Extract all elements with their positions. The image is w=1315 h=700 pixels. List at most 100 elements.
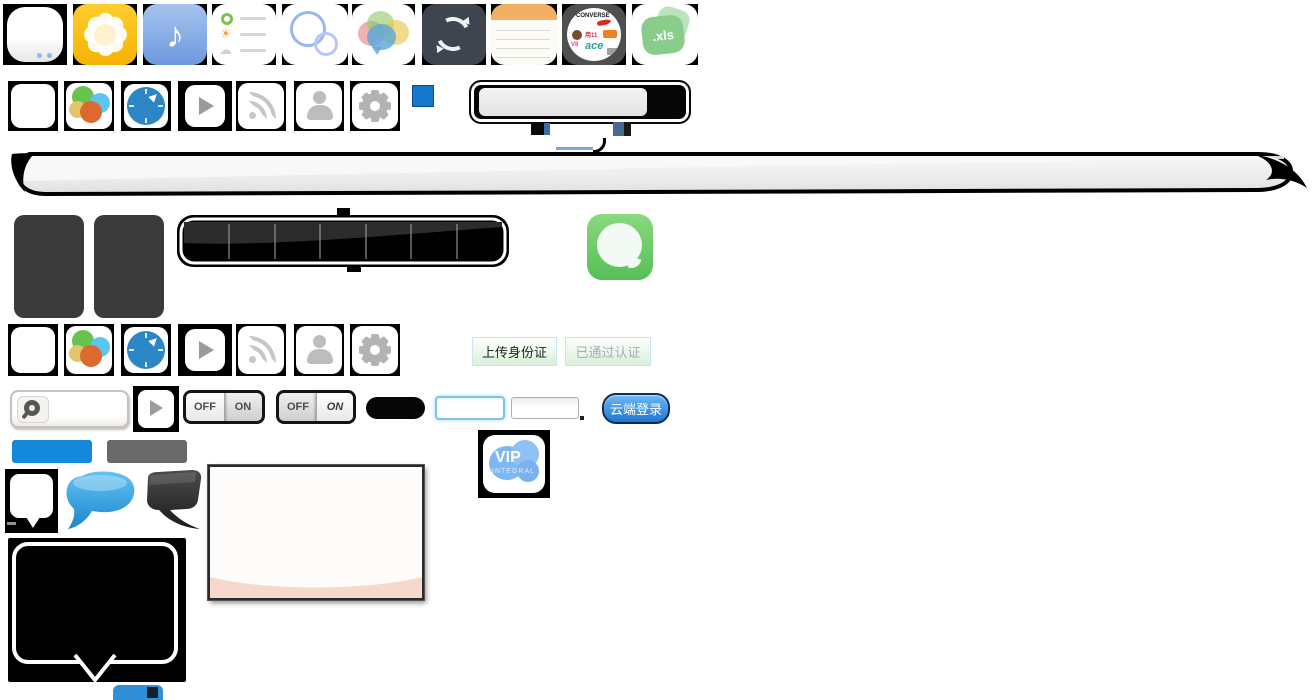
dark-card	[94, 215, 164, 318]
rss-icon	[238, 326, 284, 374]
rss-tile-sm[interactable]	[236, 324, 286, 376]
toggle-b-off-label: OFF	[279, 393, 317, 421]
tooltip-border	[12, 542, 178, 664]
user-icon	[296, 326, 342, 374]
white-bubble-tile	[5, 469, 58, 533]
cloud-login-button[interactable]: 云端登录	[602, 393, 670, 424]
play-icon	[185, 85, 225, 127]
notepad-app-tile[interactable]	[491, 4, 557, 65]
green-circle-icon	[221, 13, 233, 25]
sprite-fragment	[613, 122, 624, 136]
music-note-glyph: ♪	[166, 17, 184, 53]
verified-button[interactable]: 已通过认证	[565, 337, 651, 366]
play-icon	[185, 329, 225, 371]
glossy-banner	[0, 146, 1315, 206]
sync-app-tile[interactable]	[422, 4, 486, 65]
notepad-header	[491, 4, 557, 20]
gear-tile-sm[interactable]	[350, 324, 400, 376]
toggle-off-on-a[interactable]: OFF ON	[183, 390, 265, 424]
search-field[interactable]	[10, 390, 129, 428]
flower-center	[94, 24, 116, 46]
xls-badge: .xls	[640, 14, 686, 56]
blank-app-tile-sm[interactable]	[8, 81, 58, 131]
vip-title: VIP	[495, 449, 521, 467]
speech-bubble-white	[10, 474, 53, 518]
xls-export-icon: .xls	[632, 4, 698, 65]
search-bar-dark[interactable]	[469, 80, 691, 124]
xls-export-tile[interactable]: .xls	[632, 4, 698, 65]
checklist-app-tile[interactable]: ☀ ☁	[212, 4, 276, 65]
brand-circle: CONVERSE 用11 V8 ace	[567, 8, 621, 61]
user-tile-sm[interactable]	[294, 81, 344, 131]
toggle-off-on-b[interactable]: OFF ON	[276, 390, 356, 424]
clipped-blue-button[interactable]	[113, 685, 163, 700]
tooltip-tail	[63, 654, 127, 682]
flower-app-tile[interactable]	[73, 4, 137, 65]
play-tile-sm[interactable]	[178, 81, 232, 131]
clock-tile-sm[interactable]	[121, 81, 171, 131]
nike-swoosh	[597, 19, 612, 27]
dot-icon	[37, 53, 42, 58]
blue-bar-button[interactable]	[12, 440, 92, 463]
black-tooltip-bubble	[8, 538, 186, 682]
play-tile-sm[interactable]	[178, 324, 232, 376]
clock-icon	[124, 327, 168, 373]
brand-logos-app-tile[interactable]: CONVERSE 用11 V8 ace	[562, 4, 626, 65]
vip-badge-icon: VIP INTEGRAL	[483, 435, 545, 493]
toggle-a-on-label: ON	[224, 393, 262, 421]
sprite-fragment	[624, 122, 631, 136]
upload-id-button[interactable]: 上传身份证	[472, 337, 557, 366]
magnifier-handle	[21, 412, 28, 420]
bubble-tail	[372, 47, 382, 55]
brand-cn-text: 用11	[585, 30, 597, 39]
color-balls-icon	[66, 326, 112, 374]
vip-subtitle: INTEGRAL	[492, 468, 535, 475]
search-input[interactable]	[479, 88, 647, 116]
flower-icon	[73, 4, 137, 65]
blue-square-swatch	[412, 85, 434, 107]
text-input[interactable]	[511, 397, 579, 419]
circles-icon	[282, 4, 348, 65]
play-tile-sm[interactable]	[133, 386, 179, 432]
sun-icon: ☀	[220, 26, 232, 42]
search-icon[interactable]	[17, 396, 49, 423]
music-note-icon: ♪	[143, 4, 207, 65]
dot-icon	[47, 53, 52, 58]
sprite-fragment	[580, 416, 584, 420]
color-balls-icon	[66, 83, 112, 129]
gray-bar-button[interactable]	[107, 440, 187, 463]
sprite-fragment	[7, 522, 16, 525]
circles-app-tile[interactable]	[282, 4, 348, 65]
dark-card	[14, 215, 84, 318]
clock-tile-sm[interactable]	[121, 324, 171, 376]
rss-tile-sm[interactable]	[236, 81, 286, 131]
play-icon	[138, 390, 174, 428]
message-bubble-icon[interactable]	[587, 214, 653, 280]
chat-bubbles-app-tile[interactable]	[352, 4, 415, 65]
toggle-b-on-label: ON	[317, 393, 353, 421]
color-balls-tile-sm[interactable]	[64, 324, 114, 376]
user-icon	[296, 83, 342, 129]
cloud-login-label: 云端登录	[610, 399, 662, 418]
popover-panel	[208, 465, 424, 600]
sync-icon	[422, 4, 486, 65]
rss-icon	[238, 83, 284, 129]
checklist-icon: ☀ ☁	[212, 4, 276, 65]
color-balls-tile-sm[interactable]	[64, 81, 114, 131]
text-input-focused[interactable]	[435, 396, 505, 420]
toggle-a-off-label: OFF	[186, 393, 224, 421]
blank-squircle-tile[interactable]	[3, 4, 67, 65]
segmented-black-bar[interactable]	[176, 214, 510, 268]
music-app-tile[interactable]: ♪	[143, 4, 207, 65]
speech-bubble-black	[136, 468, 204, 534]
monkey-logo	[572, 30, 582, 40]
sprite-canvas: ♪ ☀ ☁	[0, 0, 1315, 700]
vip-badge-tile[interactable]: VIP INTEGRAL	[478, 430, 550, 498]
fanyen-logo	[603, 30, 617, 38]
blank-app-tile-sm[interactable]	[8, 324, 58, 376]
sprite-fragment	[147, 687, 158, 698]
gear-tile-sm[interactable]	[350, 81, 400, 131]
user-tile-sm[interactable]	[294, 324, 344, 376]
brand-converse-text: CONVERSE	[576, 13, 610, 19]
blank-squircle-icon	[7, 7, 63, 62]
